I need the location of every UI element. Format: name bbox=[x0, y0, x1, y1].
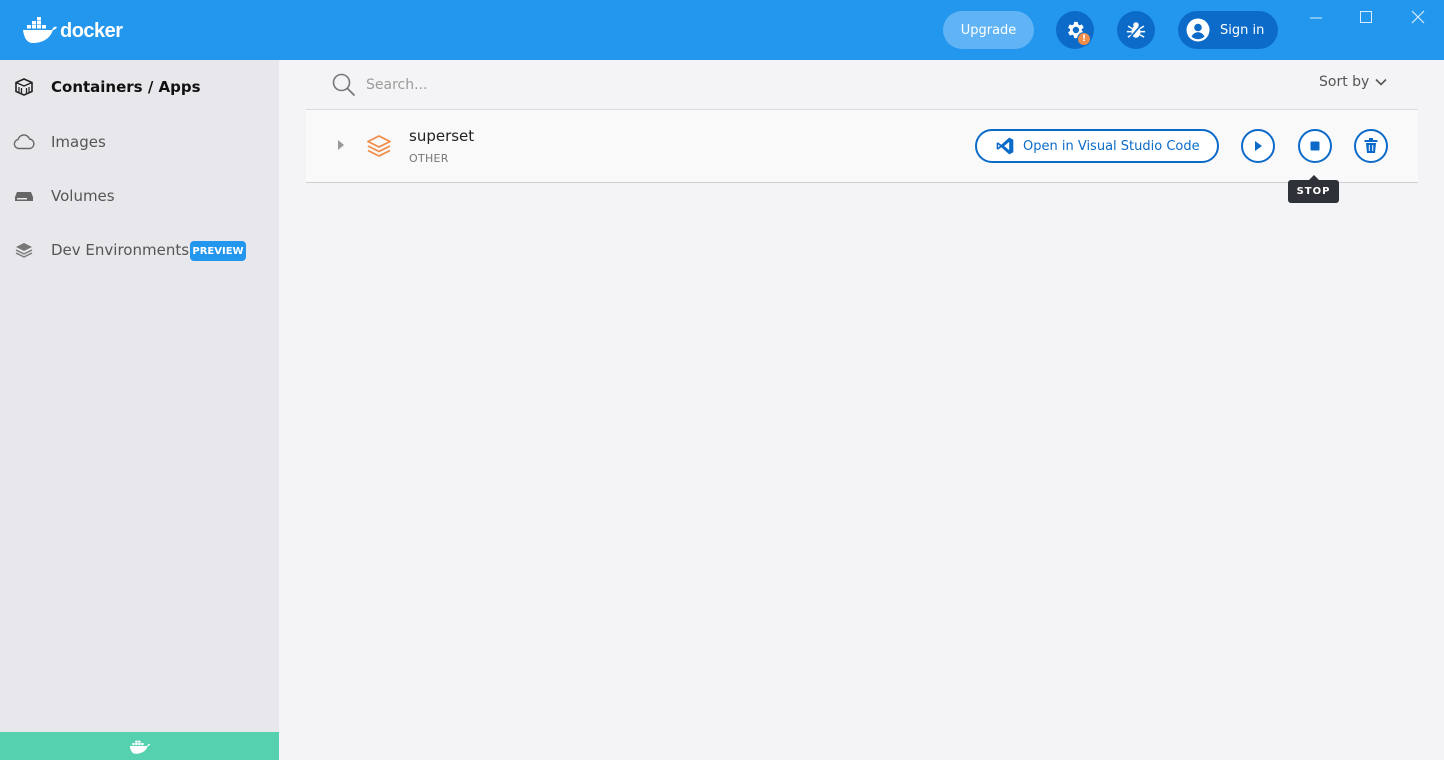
app-type: OTHER bbox=[409, 152, 449, 165]
sort-by-label: Sort by bbox=[1319, 74, 1370, 90]
stop-button[interactable] bbox=[1298, 129, 1332, 163]
start-button[interactable] bbox=[1241, 129, 1275, 163]
sidebar-item-containers[interactable]: Containers / Apps bbox=[0, 67, 279, 107]
open-in-vscode-label: Open in Visual Studio Code bbox=[1023, 138, 1200, 154]
whale-icon bbox=[23, 17, 57, 43]
app-row[interactable]: superset OTHER Open in Visual Studio Cod… bbox=[306, 110, 1418, 183]
sidebar-item-label: Containers / Apps bbox=[51, 78, 201, 96]
play-icon bbox=[1255, 141, 1262, 151]
sidebar-item-volumes[interactable]: Volumes bbox=[0, 176, 279, 216]
close-window-button[interactable] bbox=[1398, 4, 1438, 30]
settings-button[interactable]: ! bbox=[1056, 11, 1094, 49]
main-content: Sort by superset OTHER Open in Visual St… bbox=[279, 60, 1444, 760]
search-input[interactable] bbox=[366, 72, 866, 98]
app-name: superset bbox=[409, 127, 475, 145]
chevron-down-icon bbox=[1375, 78, 1387, 86]
warning-badge: ! bbox=[1077, 32, 1091, 46]
sign-in-button[interactable]: Sign in bbox=[1178, 11, 1278, 49]
close-icon bbox=[1411, 10, 1425, 24]
stack-icon bbox=[367, 135, 391, 157]
container-icon bbox=[13, 77, 35, 97]
cloud-icon bbox=[13, 132, 35, 152]
top-bar: docker Upgrade ! Sign in bbox=[0, 0, 1444, 60]
troubleshoot-button[interactable] bbox=[1117, 11, 1155, 49]
sidebar-item-label: Volumes bbox=[51, 187, 115, 205]
trash-icon bbox=[1364, 138, 1378, 153]
minimize-icon bbox=[1310, 17, 1322, 19]
docker-logo: docker bbox=[22, 14, 123, 46]
maximize-icon bbox=[1360, 11, 1372, 23]
search-bar: Sort by bbox=[306, 60, 1418, 110]
user-avatar-icon bbox=[1186, 18, 1210, 42]
upgrade-button[interactable]: Upgrade bbox=[943, 11, 1034, 49]
sidebar-item-label: Dev Environments bbox=[51, 241, 190, 259]
expand-caret-icon[interactable] bbox=[337, 139, 345, 151]
vscode-icon bbox=[996, 137, 1014, 155]
preview-badge: PREVIEW bbox=[190, 241, 246, 261]
whale-icon bbox=[129, 740, 150, 754]
volume-icon bbox=[13, 186, 35, 206]
maximize-button[interactable] bbox=[1346, 4, 1386, 30]
search-icon bbox=[332, 73, 356, 97]
engine-status-bar[interactable] bbox=[0, 732, 279, 760]
logo-text: docker bbox=[60, 19, 123, 42]
sign-in-label: Sign in bbox=[1220, 22, 1265, 38]
sidebar-item-dev-environments[interactable]: Dev Environments PREVIEW bbox=[0, 230, 279, 270]
minimize-button[interactable] bbox=[1296, 4, 1336, 30]
stop-tooltip: STOP bbox=[1288, 175, 1339, 203]
open-in-vscode-button[interactable]: Open in Visual Studio Code bbox=[975, 129, 1219, 163]
sidebar-item-label: Images bbox=[51, 133, 106, 151]
dev-environments-icon bbox=[13, 240, 35, 260]
sidebar: Containers / Apps Images Volumes Dev Env… bbox=[0, 60, 279, 760]
sidebar-item-images[interactable]: Images bbox=[0, 122, 279, 162]
delete-button[interactable] bbox=[1354, 129, 1388, 163]
stop-icon bbox=[1310, 141, 1320, 151]
bug-icon bbox=[1126, 22, 1146, 38]
sort-by-dropdown[interactable]: Sort by bbox=[1319, 74, 1387, 90]
